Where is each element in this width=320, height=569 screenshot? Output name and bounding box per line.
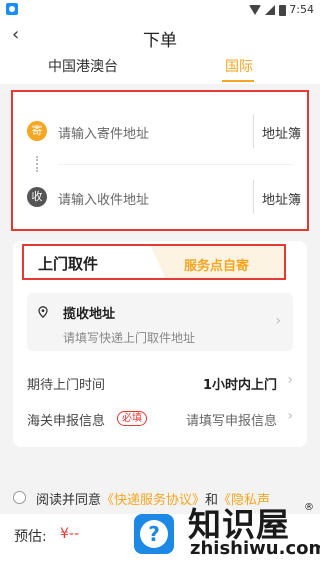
- sender-address-row[interactable]: 寄 请输入寄件地址 地址簿: [13, 112, 307, 152]
- sender-address-book-button[interactable]: 地址簿: [262, 123, 301, 142]
- customs-info-row[interactable]: 海关申报信息 必填 请填写申报信息 ›: [27, 408, 295, 429]
- receiver-badge: 收: [27, 187, 47, 207]
- location-pin-icon: [38, 306, 48, 318]
- divider: [253, 114, 254, 148]
- expected-time-label: 期待上门时间: [27, 378, 106, 393]
- estimate-label: 预估:: [14, 529, 47, 545]
- tab-self-dropoff[interactable]: 服务点自寄: [184, 255, 249, 274]
- status-bar: 7:54: [0, 0, 320, 20]
- page-title: 下单: [143, 31, 177, 51]
- agree-radio[interactable]: [13, 491, 26, 504]
- receiver-address-row[interactable]: 收 请输入收件地址 地址簿: [13, 178, 307, 218]
- watermark-logo: 知识屋 ® zhishiwu.com: [188, 498, 320, 566]
- pickup-address-title: 揽收地址: [63, 307, 116, 322]
- pickup-mode-tabs: 上门取件 服务点自寄: [22, 244, 286, 280]
- customs-label: 海关申报信息: [27, 414, 106, 429]
- signal-icon: [265, 5, 275, 15]
- chevron-right-icon: ›: [287, 372, 293, 388]
- app-notification-icon: [6, 3, 18, 15]
- region-tabs: 中国港澳台 国际: [0, 50, 320, 84]
- address-card: 寄 请输入寄件地址 地址簿 收 请输入收件地址 地址簿: [11, 90, 309, 231]
- battery-icon: [279, 4, 286, 16]
- watermark-registered: ®: [304, 502, 314, 513]
- wifi-icon: [249, 5, 261, 15]
- sender-address-input[interactable]: 请输入寄件地址: [58, 123, 149, 142]
- status-icons: [249, 4, 286, 16]
- chevron-right-icon: ›: [275, 313, 281, 329]
- tab-hk-macao-taiwan[interactable]: 中国港澳台: [48, 56, 118, 76]
- tab-door-pickup[interactable]: 上门取件: [38, 253, 98, 274]
- pickup-address-hint: 请填写快递上门取件地址: [63, 331, 196, 345]
- expected-time-value: 1小时内上门: [202, 378, 277, 393]
- pickup-address-field[interactable]: 揽收地址 请填写快递上门取件地址 ›: [27, 293, 293, 351]
- page-header: ‹ 下单: [0, 20, 320, 51]
- question-icon: ?: [140, 520, 168, 548]
- chevron-right-icon: ›: [287, 408, 293, 424]
- help-button[interactable]: ?: [134, 514, 174, 554]
- customs-placeholder: 请填写申报信息: [185, 414, 277, 429]
- sender-badge: 寄: [27, 121, 47, 141]
- required-badge: 必填: [117, 411, 147, 426]
- divider: [58, 164, 293, 165]
- receiver-address-book-button[interactable]: 地址簿: [262, 189, 301, 208]
- agreement-prefix: 阅读并同意: [36, 493, 102, 508]
- watermark-en: zhishiwu.com: [190, 538, 320, 559]
- receiver-address-input[interactable]: 请输入收件地址: [58, 189, 149, 208]
- expected-time-row[interactable]: 期待上门时间 1小时内上门 ›: [27, 372, 295, 393]
- route-dots: [36, 156, 38, 172]
- estimate-price: ¥--: [60, 526, 80, 542]
- active-tab-indicator: [222, 80, 254, 82]
- divider: [253, 180, 254, 214]
- status-time: 7:54: [289, 3, 314, 16]
- tab-international[interactable]: 国际: [225, 56, 253, 76]
